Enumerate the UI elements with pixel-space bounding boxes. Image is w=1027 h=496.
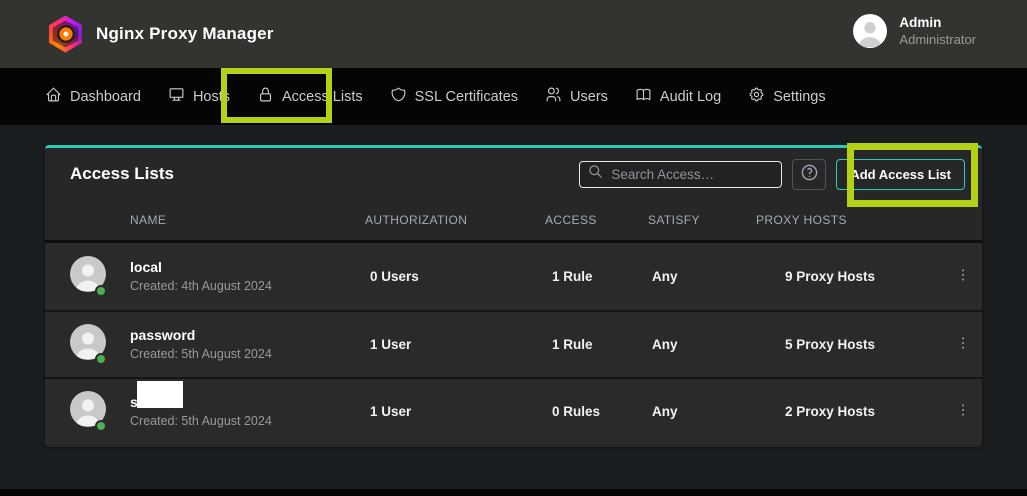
access-list-created: Created: 4th August 2024: [130, 279, 365, 293]
dots-vertical-icon: [955, 402, 971, 421]
users-icon: [545, 86, 562, 107]
cell-authorization: 1 User: [365, 404, 545, 419]
help-icon: [800, 163, 819, 185]
cell-authorization: 0 Users: [365, 269, 545, 284]
app-window: Nginx Proxy Manager Admin Administrator: [0, 0, 1027, 496]
cell-satisfy: Any: [648, 337, 756, 352]
search-input[interactable]: [611, 167, 773, 182]
nav-item-hosts[interactable]: Hosts: [168, 86, 230, 107]
access-list-name: password: [130, 328, 365, 343]
status-online-dot: [95, 420, 107, 432]
nav-item-access-lists[interactable]: Access Lists: [257, 86, 363, 107]
book-icon: [635, 86, 652, 107]
lock-icon: [257, 86, 274, 107]
user-name: Admin: [899, 14, 976, 32]
cell-satisfy: Any: [648, 404, 756, 419]
cell-proxy-hosts: 5 Proxy Hosts: [756, 337, 948, 352]
nav-label: SSL Certificates: [415, 89, 518, 105]
cell-proxy-hosts: 2 Proxy Hosts: [756, 404, 948, 419]
table-row[interactable]: sn Created: 5th August 2024 1 User 0 Rul…: [45, 377, 982, 444]
search-box[interactable]: [579, 161, 782, 188]
redaction-overlay: [137, 381, 183, 408]
panel-actions: Add Access List: [579, 159, 965, 190]
dots-vertical-icon: [955, 335, 971, 354]
column-header-access: ACCESS: [545, 213, 648, 227]
bottom-edge: [0, 489, 1027, 496]
add-access-list-button[interactable]: Add Access List: [836, 159, 965, 190]
column-header-authorization: AUTHORIZATION: [365, 213, 545, 227]
brand[interactable]: Nginx Proxy Manager: [0, 16, 274, 53]
row-actions-menu-button[interactable]: [950, 264, 976, 290]
row-actions-menu-button[interactable]: [950, 332, 976, 358]
nav-item-users[interactable]: Users: [545, 86, 608, 107]
cell-access: 0 Rules: [545, 404, 648, 419]
gear-icon: [748, 86, 765, 107]
status-online-dot: [95, 353, 107, 365]
access-list-created: Created: 5th August 2024: [130, 414, 365, 428]
cell-authorization: 1 User: [365, 337, 545, 352]
nav-item-ssl-certificates[interactable]: SSL Certificates: [390, 86, 518, 107]
row-avatar: [70, 414, 106, 431]
status-online-dot: [95, 285, 107, 297]
app-title: Nginx Proxy Manager: [96, 24, 274, 44]
access-lists-panel: Access Lists Add Access List: [45, 145, 982, 447]
dots-vertical-icon: [955, 267, 971, 286]
panel-title: Access Lists: [70, 164, 174, 184]
nav-label: Hosts: [193, 89, 230, 105]
main-nav: Dashboard Hosts Access Lists SSL Certifi…: [0, 68, 1027, 125]
nav-label: Audit Log: [660, 89, 721, 105]
cell-satisfy: Any: [648, 269, 756, 284]
nav-label: Dashboard: [70, 89, 141, 105]
nav-item-dashboard[interactable]: Dashboard: [45, 86, 141, 107]
nav-item-settings[interactable]: Settings: [748, 86, 825, 107]
panel-header: Access Lists Add Access List: [45, 148, 982, 200]
table-row[interactable]: local Created: 4th August 2024 0 Users 1…: [45, 243, 982, 310]
nav-label: Access Lists: [282, 89, 363, 105]
cell-access: 1 Rule: [545, 337, 648, 352]
row-avatar: [70, 279, 106, 296]
table-header-row: NAME AUTHORIZATION ACCESS SATISFY PROXY …: [45, 200, 982, 243]
column-header-proxy-hosts: PROXY HOSTS: [756, 213, 948, 227]
user-menu[interactable]: Admin Administrator: [853, 14, 976, 48]
main-content: Access Lists Add Access List: [0, 125, 1027, 489]
user-meta: Admin Administrator: [899, 14, 976, 48]
search-icon: [588, 164, 603, 184]
home-icon: [45, 86, 62, 107]
column-header-name: NAME: [130, 213, 365, 227]
monitor-icon: [168, 86, 185, 107]
nav-item-audit-log[interactable]: Audit Log: [635, 86, 721, 107]
row-avatar: [70, 347, 106, 364]
cell-access: 1 Rule: [545, 269, 648, 284]
table-row[interactable]: password Created: 5th August 2024 1 User…: [45, 310, 982, 377]
row-actions-menu-button[interactable]: [950, 399, 976, 425]
app-header: Nginx Proxy Manager Admin Administrator: [0, 0, 1027, 68]
access-list-created: Created: 5th August 2024: [130, 347, 365, 361]
nav-label: Users: [570, 89, 608, 105]
shield-icon: [390, 86, 407, 107]
access-list-name: local: [130, 260, 365, 275]
column-header-satisfy: SATISFY: [648, 213, 756, 227]
help-button[interactable]: [792, 159, 826, 190]
user-avatar: [853, 14, 887, 48]
app-logo-icon: [48, 16, 83, 53]
user-role: Administrator: [899, 32, 976, 49]
nav-label: Settings: [773, 89, 825, 105]
access-lists-table: NAME AUTHORIZATION ACCESS SATISFY PROXY …: [45, 200, 982, 444]
cell-proxy-hosts: 9 Proxy Hosts: [756, 269, 948, 284]
